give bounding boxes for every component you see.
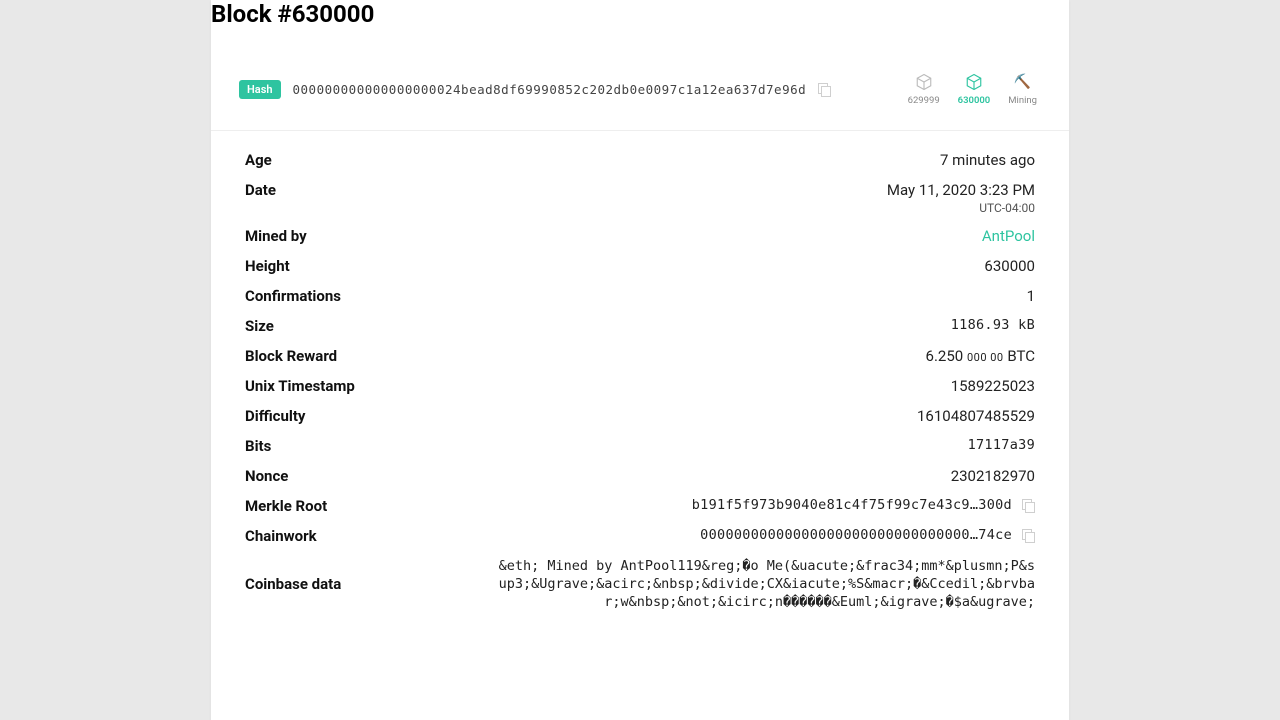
label-chainwork: Chainwork bbox=[245, 527, 495, 545]
date-tz: UTC-04:00 bbox=[495, 201, 1035, 215]
value-date: May 11, 2020 3:23 PM UTC-04:00 bbox=[495, 181, 1035, 215]
reward-main: 6.250 bbox=[926, 347, 964, 365]
label-merkle: Merkle Root bbox=[245, 497, 495, 515]
date-main: May 11, 2020 3:23 PM bbox=[887, 181, 1035, 199]
value-age: 7 minutes ago bbox=[495, 151, 1035, 169]
prev-block-link[interactable]: 629999 bbox=[908, 72, 940, 106]
row-reward: Block Reward 6.250 000 00 BTC bbox=[245, 341, 1035, 371]
row-confirmations: Confirmations 1 bbox=[245, 281, 1035, 311]
row-chainwork: Chainwork 000000000000000000000000000000… bbox=[245, 521, 1035, 551]
copy-icon[interactable] bbox=[1022, 499, 1035, 512]
label-confirmations: Confirmations bbox=[245, 287, 495, 305]
value-bits: 17117a39 bbox=[495, 437, 1035, 453]
row-difficulty: Difficulty 16104807485529 bbox=[245, 401, 1035, 431]
mining-label: Mining bbox=[1008, 95, 1037, 106]
value-merkle-wrap: b191f5f973b9040e81c4f75f99c7e43c9…300d bbox=[495, 497, 1035, 513]
block-nav: 629999 630000 ⛏️ Mining bbox=[908, 72, 1041, 106]
label-date: Date bbox=[245, 181, 495, 199]
label-mined-by: Mined by bbox=[245, 227, 495, 245]
value-chainwork: 00000000000000000000000000000000…74ce bbox=[700, 527, 1012, 543]
hash-badge: Hash bbox=[239, 80, 281, 99]
page-title: Block #630000 bbox=[211, 0, 1069, 28]
prev-block-label: 629999 bbox=[908, 95, 940, 106]
hash-row: Hash 000000000000000000024bead8df6999085… bbox=[211, 50, 1069, 106]
value-height: 630000 bbox=[495, 257, 1035, 275]
hash-value: 000000000000000000024bead8df69990852c202… bbox=[293, 82, 807, 97]
row-age: Age 7 minutes ago bbox=[245, 145, 1035, 175]
reward-small: 000 00 bbox=[967, 351, 1004, 364]
row-date: Date May 11, 2020 3:23 PM UTC-04:00 bbox=[245, 175, 1035, 221]
reward-unit: BTC bbox=[1007, 347, 1035, 365]
cube-icon bbox=[914, 72, 934, 92]
title-bar: Block #630000 bbox=[211, 0, 1069, 50]
value-chainwork-wrap: 00000000000000000000000000000000…74ce bbox=[495, 527, 1035, 543]
cube-icon bbox=[964, 72, 984, 92]
label-bits: Bits bbox=[245, 437, 495, 455]
row-size: Size 1186.93 kB bbox=[245, 311, 1035, 341]
block-details: Age 7 minutes ago Date May 11, 2020 3:23… bbox=[211, 131, 1069, 642]
pickaxe-icon: ⛏️ bbox=[1013, 72, 1033, 92]
value-merkle: b191f5f973b9040e81c4f75f99c7e43c9…300d bbox=[692, 497, 1012, 513]
row-coinbase: Coinbase data &eth; Mined by AntPool119&… bbox=[245, 551, 1035, 618]
label-age: Age bbox=[245, 151, 495, 169]
block-card: Block #630000 Hash 000000000000000000024… bbox=[211, 0, 1069, 720]
value-confirmations: 1 bbox=[495, 287, 1035, 305]
current-block-link[interactable]: 630000 bbox=[958, 72, 991, 106]
value-coinbase: &eth; Mined by AntPool119&reg;�o Me(&uac… bbox=[495, 557, 1035, 612]
label-difficulty: Difficulty bbox=[245, 407, 495, 425]
label-coinbase: Coinbase data bbox=[245, 575, 495, 593]
row-merkle: Merkle Root b191f5f973b9040e81c4f75f99c7… bbox=[245, 491, 1035, 521]
value-size: 1186.93 kB bbox=[495, 317, 1035, 333]
value-unix: 1589225023 bbox=[495, 377, 1035, 395]
label-reward: Block Reward bbox=[245, 347, 495, 365]
row-mined-by: Mined by AntPool bbox=[245, 221, 1035, 251]
value-nonce: 2302182970 bbox=[495, 467, 1035, 485]
label-nonce: Nonce bbox=[245, 467, 495, 485]
value-mined-by[interactable]: AntPool bbox=[495, 227, 1035, 245]
row-nonce: Nonce 2302182970 bbox=[245, 461, 1035, 491]
row-bits: Bits 17117a39 bbox=[245, 431, 1035, 461]
copy-icon[interactable] bbox=[818, 83, 831, 96]
label-height: Height bbox=[245, 257, 495, 275]
value-difficulty: 16104807485529 bbox=[495, 407, 1035, 425]
row-unix: Unix Timestamp 1589225023 bbox=[245, 371, 1035, 401]
label-unix: Unix Timestamp bbox=[245, 377, 495, 395]
current-block-label: 630000 bbox=[958, 95, 991, 106]
row-height: Height 630000 bbox=[245, 251, 1035, 281]
mining-link[interactable]: ⛏️ Mining bbox=[1008, 72, 1037, 106]
label-size: Size bbox=[245, 317, 495, 335]
value-reward: 6.250 000 00 BTC bbox=[495, 347, 1035, 365]
copy-icon[interactable] bbox=[1022, 529, 1035, 542]
